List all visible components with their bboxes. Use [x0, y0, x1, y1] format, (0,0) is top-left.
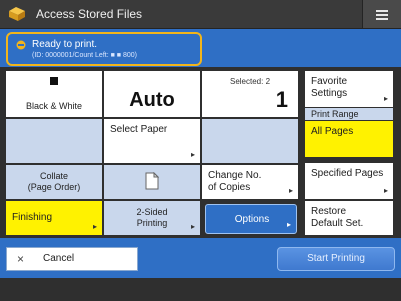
all-pages-button[interactable]: All Pages: [305, 121, 393, 157]
finishing-button[interactable]: Finishing ▸: [6, 201, 102, 235]
change-copies-button[interactable]: Change No. of Copies ▸: [202, 165, 298, 199]
favorite-settings-label: Favorite Settings: [311, 76, 348, 99]
start-printing-label: Start Printing: [307, 253, 365, 264]
print-range-label: Print Range: [311, 109, 359, 119]
cancel-button[interactable]: × Cancel: [6, 247, 138, 271]
menu-button[interactable]: [362, 0, 401, 28]
restore-default-label: Restore Default Set.: [311, 206, 364, 229]
options-label: Options: [234, 214, 270, 225]
chevron-right-icon: ▸: [288, 186, 293, 195]
collate-label: Collate (Page Order): [27, 171, 81, 192]
start-printing-button[interactable]: Start Printing: [277, 247, 395, 271]
middle-spacer-tile: [202, 119, 298, 163]
black-white-icon: [50, 77, 58, 85]
stored-files-icon: [9, 7, 25, 21]
options-button[interactable]: Options ▸: [205, 204, 297, 234]
menu-icon: [376, 18, 388, 20]
close-icon: ×: [17, 252, 25, 266]
print-range-header: Print Range: [305, 108, 393, 120]
two-sided-printing-button[interactable]: 2-Sided Printing ▸: [104, 201, 200, 235]
two-sided-icon-tile[interactable]: [104, 165, 200, 199]
left-spacer-tile: [6, 119, 102, 163]
two-sided-label: 2-Sided Printing: [136, 207, 168, 228]
select-paper-button[interactable]: Select Paper ▸: [104, 119, 200, 163]
status-line-2: (ID: 0000001/Count Left: ■ ■ 800): [32, 52, 137, 59]
chevron-right-icon: ▸: [190, 222, 195, 231]
chevron-right-icon: ▸: [286, 220, 291, 229]
title-bar: Access Stored Files: [0, 0, 401, 29]
cancel-label: Cancel: [43, 253, 75, 264]
select-paper-label: Select Paper: [110, 124, 168, 135]
chevron-right-icon: ▸: [383, 186, 388, 195]
all-pages-label: All Pages: [311, 126, 354, 137]
color-mode-tile[interactable]: Black & White: [6, 71, 102, 117]
paper-size-tile[interactable]: Auto: [104, 71, 200, 117]
window-title: Access Stored Files: [36, 7, 143, 21]
restore-default-button[interactable]: Restore Default Set.: [305, 201, 393, 235]
status-box: Ready to print. (ID: 0000001/Count Left:…: [6, 32, 202, 66]
change-copies-label: Change No. of Copies: [208, 170, 262, 193]
menu-icon: [376, 10, 388, 12]
selected-count-label: Selected: 2: [229, 77, 271, 86]
copies-tile[interactable]: Selected: 2 1: [202, 71, 298, 117]
ready-status-icon: [16, 40, 26, 50]
finishing-label: Finishing: [12, 212, 53, 223]
color-mode-label: Black & White: [25, 101, 83, 111]
chevron-right-icon: ▸: [190, 150, 195, 159]
footer-strip: [0, 278, 401, 301]
two-sided-icon: [145, 172, 159, 190]
chevron-right-icon: ▸: [383, 94, 388, 103]
specified-pages-label: Specified Pages: [311, 168, 384, 179]
status-band: Ready to print. (ID: 0000001/Count Left:…: [0, 29, 401, 67]
specified-pages-button[interactable]: Specified Pages ▸: [305, 163, 393, 199]
copies-value: 1: [275, 87, 288, 112]
paper-size-value: Auto: [129, 89, 175, 111]
status-line-1: Ready to print.: [32, 39, 98, 50]
chevron-right-icon: ▸: [92, 222, 97, 231]
menu-icon: [376, 14, 388, 16]
favorite-settings-button[interactable]: Favorite Settings ▸: [305, 71, 393, 107]
collate-tile[interactable]: Collate (Page Order): [6, 165, 102, 199]
